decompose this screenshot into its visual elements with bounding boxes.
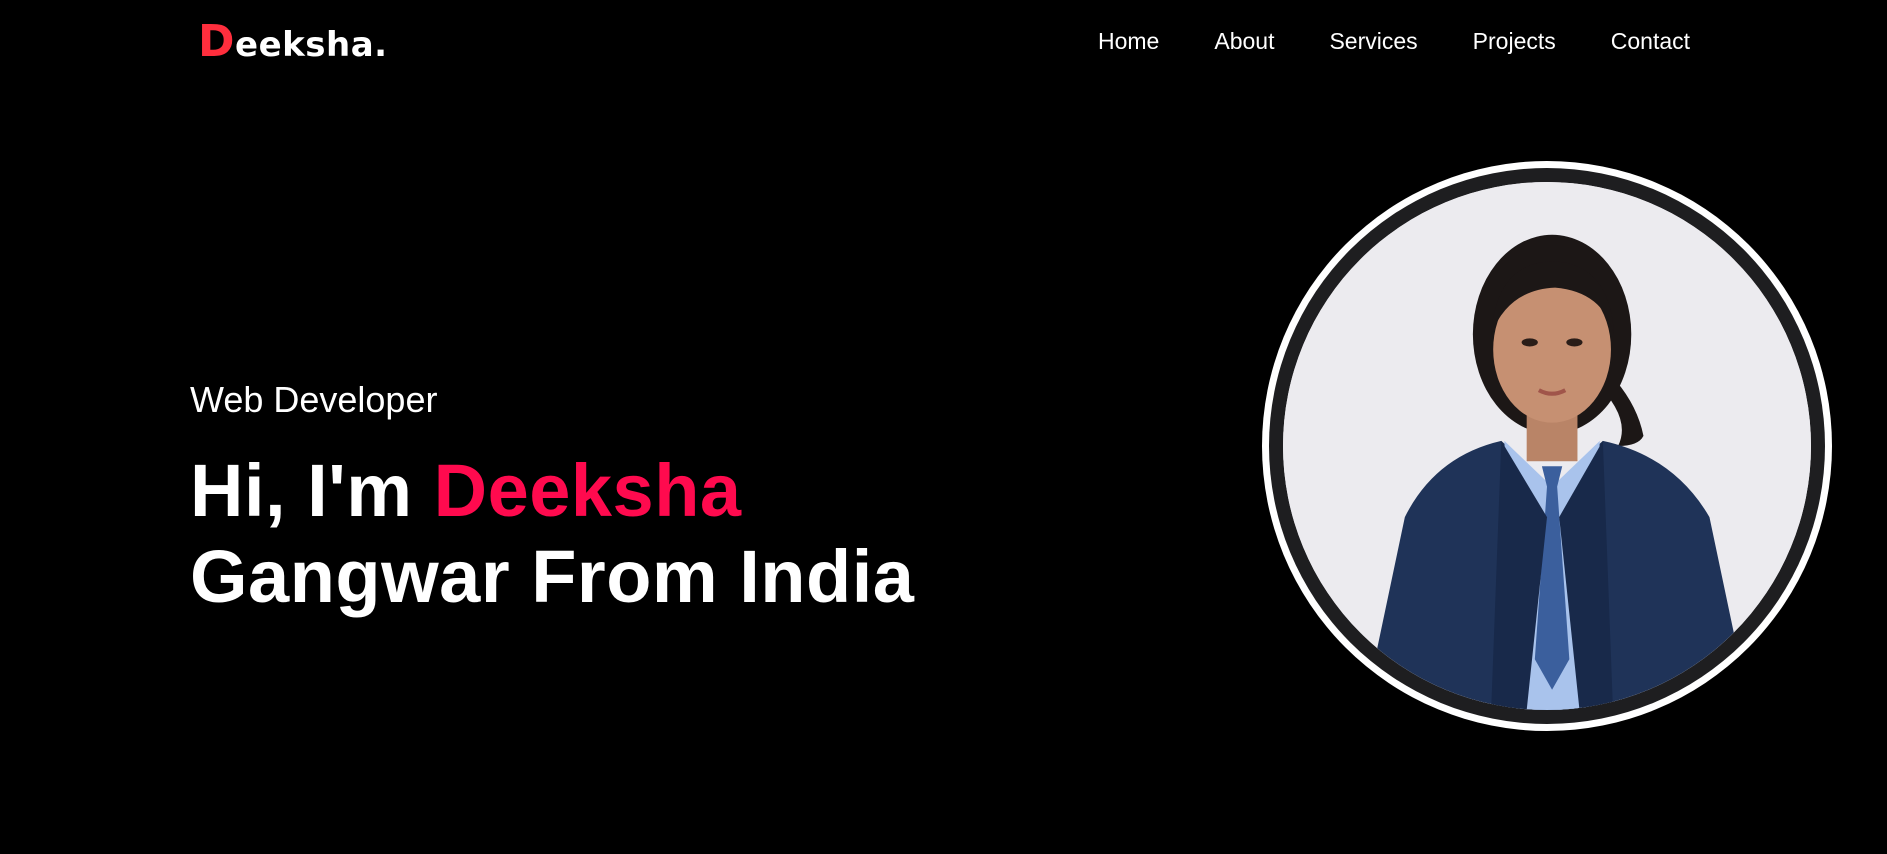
nav-about[interactable]: About [1214,26,1274,56]
nav-services[interactable]: Services [1329,26,1417,56]
logo-rest: eeksha. [235,25,388,65]
hero-headline: Hi, I'm Deeksha Gangwar From India [190,448,914,620]
nav-contact[interactable]: Contact [1611,26,1690,56]
hero-line2: Gangwar From India [190,535,915,618]
profile-photo-border [1269,168,1825,724]
nav-projects[interactable]: Projects [1473,26,1556,56]
hero-role: Web Developer [190,379,438,420]
nav-home[interactable]: Home [1098,26,1159,56]
main-nav: Home About Services Projects Contact [1098,26,1690,56]
site-logo[interactable]: Deeksha. [198,16,388,69]
logo-first-letter: D [198,16,236,67]
profile-photo-illustration [1283,182,1811,710]
page: Deeksha. Home About Services Projects Co… [0,0,1887,854]
profile-photo-frame [1262,161,1832,731]
hero-name-highlight: Deeksha [433,449,742,532]
hero-greeting: Hi, I'm [190,449,434,532]
profile-photo [1283,182,1811,710]
